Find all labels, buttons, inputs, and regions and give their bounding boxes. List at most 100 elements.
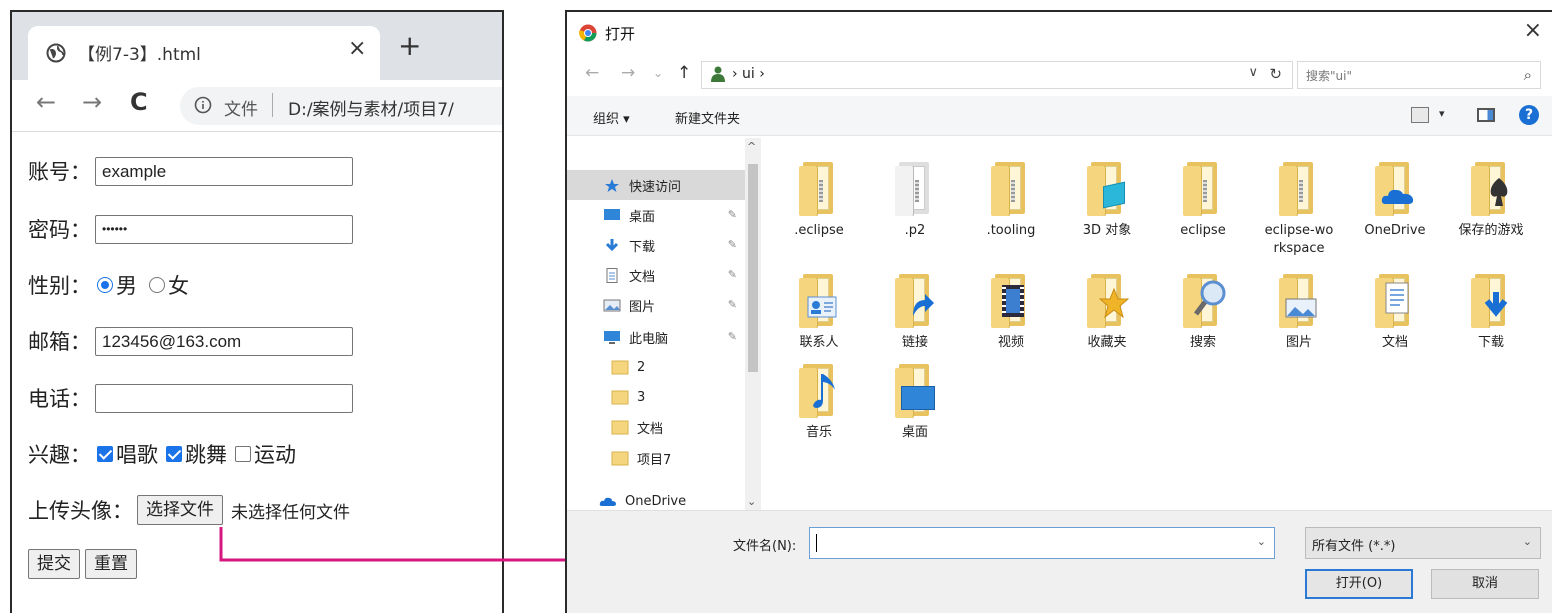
folder-icon	[895, 162, 935, 216]
view-options-icon[interactable]	[1411, 107, 1429, 123]
globe-icon	[46, 43, 66, 63]
file-item-label: 3D 对象	[1082, 223, 1132, 238]
file-item[interactable]: 搜索	[1155, 274, 1251, 352]
refresh-icon[interactable]: ↻	[1269, 65, 1282, 83]
file-item[interactable]: .p2	[867, 162, 963, 240]
gender-male-label: 男	[116, 274, 137, 298]
file-item[interactable]: 音乐	[771, 364, 867, 442]
music-folder-icon	[799, 364, 839, 418]
file-item[interactable]: 文档	[1347, 274, 1443, 352]
path-dropdown-icon[interactable]: ∨	[1248, 65, 1258, 80]
cloud-icon	[599, 494, 617, 509]
account-row: 账号： example	[28, 154, 353, 188]
new-tab-icon[interactable]: +	[398, 32, 421, 60]
url-text[interactable]: D:/案例与素材/项目7/	[288, 95, 454, 120]
tab-strip: 【例7-3】.html × +	[12, 12, 502, 80]
phone-row: 电话：	[28, 381, 353, 415]
gender-female-radio[interactable]	[149, 277, 165, 293]
filename-label: 文件名(N):	[733, 539, 797, 554]
password-input[interactable]: ••••••	[95, 214, 353, 244]
email-input[interactable]: 123456@163.com	[95, 326, 353, 356]
path-bar[interactable]: › ui › ∨ ↻	[701, 61, 1293, 89]
nav-item-5[interactable]: 此电脑 ✎	[567, 322, 745, 352]
nav-item-2[interactable]: 下载 ✎	[567, 230, 745, 260]
help-icon[interactable]: ?	[1519, 105, 1539, 125]
file-item[interactable]: 下载	[1443, 274, 1539, 352]
filetype-select[interactable]: 所有文件 (*.*) ⌄	[1305, 527, 1541, 559]
nav-item-4[interactable]: 图片 ✎	[567, 290, 745, 320]
file-item[interactable]: 图片	[1251, 274, 1347, 352]
search-icon[interactable]: ⌕	[1524, 66, 1532, 84]
dialog-back-icon[interactable]: ←	[585, 63, 599, 83]
filename-input[interactable]: ⌄	[809, 527, 1275, 559]
nav-item-6[interactable]: 2	[567, 352, 745, 382]
nav-item-label: 此电脑	[629, 331, 669, 347]
file-item[interactable]: 联系人	[771, 274, 867, 352]
pin-icon: ✎	[727, 298, 737, 311]
picture-icon	[603, 298, 621, 313]
file-item[interactable]: 链接	[867, 274, 963, 352]
scroll-up-icon[interactable]: ^	[747, 140, 756, 153]
search-input[interactable]: 搜索"ui" ⌕	[1297, 61, 1541, 89]
choose-file-button[interactable]: 选择文件	[137, 495, 223, 525]
scroll-thumb[interactable]	[748, 164, 758, 372]
file-item[interactable]: 保存的游戏	[1443, 162, 1539, 240]
form-actions: 提交 重置	[28, 547, 137, 581]
pin-icon: ✎	[727, 268, 737, 281]
reset-button[interactable]: 重置	[85, 549, 137, 579]
nav-item-3[interactable]: 文档 ✎	[567, 260, 745, 290]
back-icon[interactable]: ←	[36, 88, 56, 116]
file-item[interactable]: .eclipse	[771, 162, 867, 240]
view-dropdown-icon[interactable]: ▾	[1439, 107, 1445, 120]
submit-button[interactable]: 提交	[28, 549, 80, 579]
filetype-dropdown-icon[interactable]: ⌄	[1523, 535, 1532, 548]
nav-item-0[interactable]: 快速访问	[567, 170, 745, 200]
tab-close-icon[interactable]: ×	[348, 36, 366, 61]
documents-folder-icon	[1375, 274, 1415, 328]
preview-pane-icon[interactable]	[1477, 108, 1495, 122]
breadcrumb[interactable]: › ui ›	[732, 66, 765, 82]
phone-input[interactable]	[95, 383, 353, 413]
navigation-scrollbar[interactable]: ^ ⌄	[745, 138, 761, 510]
file-item[interactable]: OneDrive	[1347, 162, 1443, 240]
browser-tab[interactable]: 【例7-3】.html ×	[28, 26, 380, 80]
email-row: 邮箱： 123456@163.com	[28, 324, 353, 358]
hobby-sing-checkbox[interactable]	[97, 446, 113, 462]
filename-dropdown-icon[interactable]: ⌄	[1257, 535, 1266, 548]
nav-item-8[interactable]: 文档	[567, 412, 745, 442]
file-item[interactable]: 桌面	[867, 364, 963, 442]
account-input[interactable]: example	[95, 156, 353, 186]
file-item[interactable]: eclipse-workspace	[1251, 162, 1347, 258]
scroll-down-icon[interactable]: ⌄	[747, 495, 756, 508]
recent-locations-icon[interactable]: ⌄	[653, 66, 663, 80]
open-button[interactable]: 打开(O)	[1305, 569, 1413, 599]
file-item[interactable]: eclipse	[1155, 162, 1251, 240]
hobby-sport-checkbox[interactable]	[235, 446, 251, 462]
videos-folder-icon	[991, 274, 1031, 328]
nav-item-9[interactable]: 项目7	[567, 443, 745, 473]
saved-games-folder-icon	[1471, 162, 1511, 216]
file-item[interactable]: .tooling	[963, 162, 1059, 240]
file-item-label: 下载	[1477, 335, 1504, 350]
dialog-close-icon[interactable]: ×	[1524, 18, 1542, 43]
hobby-dance-checkbox[interactable]	[166, 446, 182, 462]
file-item[interactable]: 3D 对象	[1059, 162, 1155, 240]
contacts-folder-icon	[799, 274, 839, 328]
gender-male-radio[interactable]	[97, 277, 113, 293]
file-item[interactable]: 收藏夹	[1059, 274, 1155, 352]
address-bar[interactable]: 文件 D:/案例与素材/项目7/	[180, 87, 502, 125]
organize-button[interactable]: 组织 ▾	[593, 108, 630, 127]
forward-icon[interactable]: →	[82, 88, 102, 116]
new-folder-button[interactable]: 新建文件夹	[675, 108, 740, 127]
desktop-folder-icon	[895, 364, 935, 418]
file-item[interactable]: 视频	[963, 274, 1059, 352]
reload-icon[interactable]: C	[130, 88, 148, 116]
nav-item-1[interactable]: 桌面 ✎	[567, 200, 745, 230]
dialog-forward-icon[interactable]: →	[621, 63, 635, 83]
cancel-button[interactable]: 取消	[1431, 569, 1539, 599]
download-icon	[603, 238, 621, 253]
nav-item-7[interactable]: 3	[567, 382, 745, 412]
info-icon[interactable]	[194, 96, 212, 114]
up-folder-icon[interactable]: ↑	[677, 63, 691, 83]
file-item-label: .p2	[904, 223, 926, 238]
